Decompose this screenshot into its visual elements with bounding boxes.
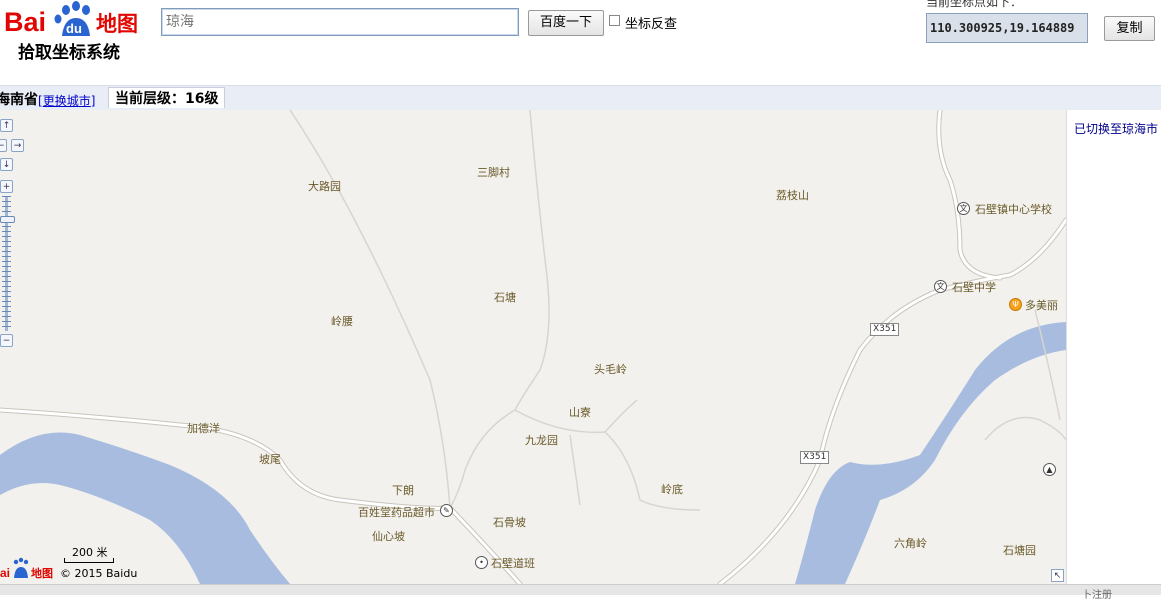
city-switch-message: 已切换至琼海市 <box>1074 122 1159 136</box>
province-label: 海南省 <box>0 92 38 108</box>
svg-text:ai: ai <box>0 566 10 580</box>
coord-value-field[interactable]: 110.300925,19.164889 <box>926 13 1088 43</box>
map-drawing <box>0 110 1066 584</box>
pan-up-button[interactable]: ↑ <box>0 119 13 132</box>
bottom-strip <box>0 584 1161 595</box>
svg-text:地图: 地图 <box>31 566 53 580</box>
place-label: 百姓堂药品超市 <box>358 506 435 519</box>
place-label: 仙心坡 <box>372 530 405 543</box>
pharmacy-icon[interactable]: ✎ <box>440 504 453 517</box>
scale-bar <box>64 558 114 563</box>
map-canvas[interactable]: 三脚村 大路园 荔枝山 文 石壁镇中心学校 文 石壁中学 Ψ 多美丽 石塘 岭腰… <box>0 110 1066 584</box>
zoom-in-button[interactable]: + <box>0 180 13 193</box>
place-label: 石壁镇中心学校 <box>975 203 1052 216</box>
school-icon[interactable]: 文 <box>934 280 947 293</box>
road-north <box>936 110 1003 281</box>
change-city-link[interactable]: [更换城市] <box>38 92 95 109</box>
side-panel <box>1066 110 1161 584</box>
place-label: 岭腰 <box>331 315 353 328</box>
place-label: 下朗 <box>392 484 414 497</box>
place-label: 大路园 <box>308 180 341 193</box>
search-button[interactable]: 百度一下 <box>528 10 604 36</box>
mountain-icon[interactable]: ▲ <box>1043 463 1056 476</box>
svg-text:Bai: Bai <box>4 7 46 37</box>
place-label: 荔枝山 <box>776 189 809 202</box>
copyright-text: © 2015 Baidu <box>60 567 138 580</box>
svg-text:地图: 地图 <box>96 12 138 36</box>
svg-text:du: du <box>66 21 82 36</box>
place-label: 石骨坡 <box>493 516 526 529</box>
place-label: 岭底 <box>661 483 683 496</box>
search-input[interactable] <box>161 8 519 36</box>
place-label: 加德洋 <box>187 422 220 435</box>
zoom-out-button[interactable]: − <box>0 334 13 347</box>
page-subtitle: 拾取坐标系统 <box>18 43 120 63</box>
copy-button[interactable]: 复制 <box>1104 16 1155 41</box>
road-x351 <box>717 217 1066 584</box>
road-station-icon[interactable]: • <box>475 556 488 569</box>
place-label: 石壁中学 <box>952 281 996 294</box>
pan-right-button[interactable]: → <box>11 139 24 152</box>
place-label: 石塘 <box>494 291 516 304</box>
place-label: 九龙园 <box>525 434 558 447</box>
pan-down-button[interactable]: ↓ <box>0 158 13 171</box>
expand-corner-icon[interactable]: ↖ <box>1051 569 1064 582</box>
place-label: 石壁道班 <box>491 557 535 570</box>
reverse-lookup-label: 坐标反查 <box>625 17 678 32</box>
place-label: 六角岭 <box>894 537 927 550</box>
zoom-slider-thumb[interactable] <box>0 216 15 223</box>
road-label-x351: X351 <box>870 323 900 336</box>
baidu-map-mini-logo[interactable]: ai 地图 <box>0 556 58 584</box>
zoom-level-label: 当前层级：16级 <box>108 87 226 108</box>
place-label: 石塘园 <box>1003 544 1036 557</box>
place-label: 头毛岭 <box>594 363 627 376</box>
coord-caption: 当前坐标点如下： <box>926 0 1023 9</box>
place-label: 坡尾 <box>259 453 281 466</box>
place-label: 多美丽 <box>1025 299 1058 312</box>
change-city-text[interactable]: 更换城市 <box>43 94 91 108</box>
pan-left-button[interactable]: ← <box>0 139 7 152</box>
place-label: 三脚村 <box>477 166 510 179</box>
restaurant-icon[interactable]: Ψ <box>1009 298 1022 311</box>
place-label: 山寮 <box>569 406 591 419</box>
school-icon[interactable]: 文 <box>957 202 970 215</box>
road-label-x351: X351 <box>800 451 830 464</box>
reverse-lookup-checkbox[interactable] <box>609 15 620 26</box>
